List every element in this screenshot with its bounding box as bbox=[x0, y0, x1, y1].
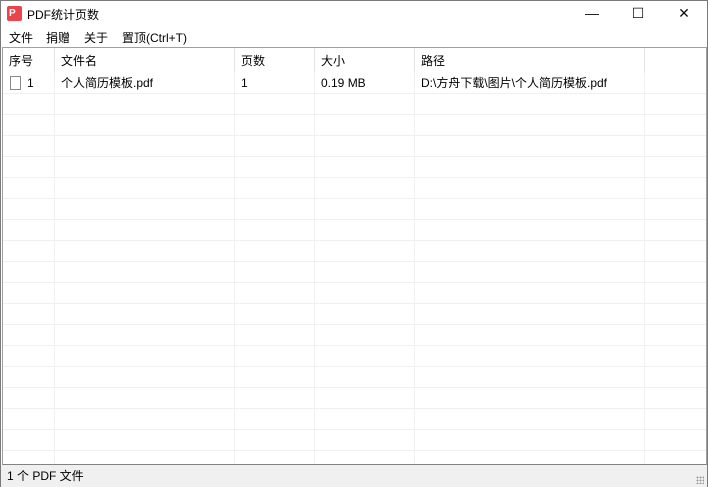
status-text: 1 个 PDF 文件 bbox=[7, 469, 84, 483]
column-header-index[interactable]: 序号 bbox=[3, 48, 55, 73]
table-row[interactable]: 1 个人简历模板.pdf 1 0.19 MB D:\方舟下载\图片\个人简历模板… bbox=[3, 73, 706, 94]
cell-size: 0.19 MB bbox=[321, 76, 366, 90]
document-icon bbox=[10, 76, 21, 90]
resize-grip-icon[interactable] bbox=[696, 476, 704, 484]
menu-file[interactable]: 文件 bbox=[9, 29, 33, 46]
cell-name: 个人简历模板.pdf bbox=[61, 76, 154, 90]
title-bar: P PDF统计页数 — ☐ ✕ bbox=[1, 1, 707, 26]
row-grid bbox=[3, 73, 706, 464]
menu-donate[interactable]: 捐赠 bbox=[46, 29, 70, 46]
pdf-app-icon: P bbox=[7, 6, 22, 21]
menu-about[interactable]: 关于 bbox=[84, 29, 108, 46]
column-header-path[interactable]: 路径 bbox=[415, 48, 645, 73]
menu-bar: 文件 捐赠 关于 置顶(Ctrl+T) bbox=[1, 26, 707, 47]
maximize-button[interactable]: ☐ bbox=[615, 1, 661, 26]
menu-pin-top[interactable]: 置顶(Ctrl+T) bbox=[122, 29, 187, 46]
column-divider bbox=[314, 73, 315, 464]
minimize-button[interactable]: — bbox=[569, 1, 615, 26]
file-list[interactable]: 序号 文件名 页数 大小 路径 1 个人简历模板.pdf 1 0.19 MB D… bbox=[2, 47, 707, 465]
column-divider bbox=[54, 73, 55, 464]
close-button[interactable]: ✕ bbox=[661, 1, 707, 26]
column-header-name[interactable]: 文件名 bbox=[55, 48, 235, 73]
column-divider bbox=[414, 73, 415, 464]
cell-pages: 1 bbox=[241, 76, 248, 90]
cell-path: D:\方舟下载\图片\个人简历模板.pdf bbox=[421, 76, 608, 90]
window-title: PDF统计页数 bbox=[27, 8, 100, 22]
column-divider bbox=[644, 73, 645, 464]
status-bar: 1 个 PDF 文件 bbox=[1, 465, 707, 487]
list-header: 序号 文件名 页数 大小 路径 bbox=[3, 48, 706, 73]
column-header-size[interactable]: 大小 bbox=[315, 48, 415, 73]
column-divider bbox=[234, 73, 235, 464]
column-header-pages[interactable]: 页数 bbox=[235, 48, 315, 73]
cell-index: 1 bbox=[27, 76, 34, 90]
